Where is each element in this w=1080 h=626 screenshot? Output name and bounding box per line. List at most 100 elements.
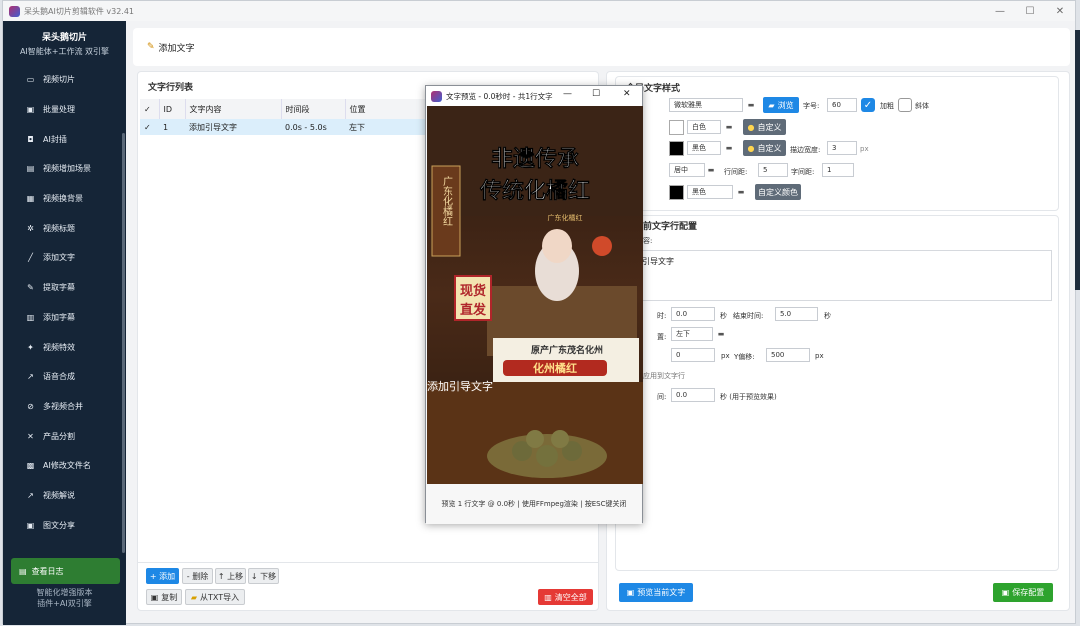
bold-checkbox[interactable]: ✓ [861,98,875,112]
align-input[interactable]: 居中 [669,163,705,177]
text-color-input[interactable]: 白色 [687,120,721,134]
bg-dropdown-icon[interactable]: ▬ [733,185,749,199]
preview-app-icon [431,90,442,102]
preview-current-label: 预览当前文字 [637,588,686,597]
sidebar-item-5[interactable]: ✲ 视频标题 [3,213,126,243]
sidebar-item-13[interactable]: ▩ AI修改文件名 [3,451,126,481]
preview-current-button[interactable]: ▣ 预览当前文字 [619,583,693,602]
char-spacing-input[interactable]: 1 [822,163,854,177]
sidebar-item-label: 视频解说 [43,490,75,500]
row-text: 添加引导文字 [185,119,281,135]
save-config-button[interactable]: ▣ 保存配置 [993,583,1053,602]
sidebar-item-0[interactable]: ▭ 视频切片 [3,65,126,95]
palette-icon: ● [747,122,755,132]
sidebar-item-1[interactable]: ▣ 批量处理 [3,95,126,125]
x-offset-input[interactable]: 0 [671,348,715,362]
row-check[interactable]: ✓ [140,119,159,135]
sidebar-item-14[interactable]: ↗ 视频解说 [3,481,126,511]
close-button[interactable]: ✕ [1043,1,1077,21]
custom-text-color-button[interactable]: ● 自定义 [743,119,786,135]
sidebar-item-icon: ▩ [26,461,35,471]
col-id[interactable]: ID [159,99,186,119]
font-size-input[interactable]: 60 [827,98,857,112]
copy-button[interactable]: ▣ 复制 [146,589,182,605]
sidebar-item-label: 添加字幕 [43,312,75,322]
preview-close-button[interactable]: ✕ [623,89,631,99]
move-down-button[interactable]: ↓ 下移 [248,568,279,584]
palette-icon: ● [747,143,755,153]
preview-minimize-button[interactable]: — [563,89,572,99]
sidebar-item-icon: ╱ [28,253,33,263]
start-time-input[interactable]: 0.0 [671,307,715,321]
copy-label: 复制 [161,592,178,602]
align-dropdown-icon[interactable]: ▬ [703,163,719,177]
sidebar-item-label: 视频增加场景 [43,164,91,174]
sidebar-item-icon: ▣ [26,520,35,530]
bg-color-input[interactable]: 黑色 [687,185,733,199]
col-text[interactable]: 文字内容 [185,99,282,119]
import-txt-button[interactable]: ▰ 从TXT导入 [185,589,245,605]
sidebar-item-8[interactable]: ▥ 添加字幕 [3,303,126,333]
sidebar-item-label: 视频换背景 [43,194,83,204]
sidebar-item-3[interactable]: ▤ 视频增加场景 [3,154,126,184]
font-dropdown-icon[interactable]: ▬ [743,98,759,112]
preview-maximize-button[interactable]: ☐ [592,89,600,99]
italic-label: 斜体 [915,102,929,110]
sidebar-item-6[interactable]: ╱ 添加文字 [3,243,126,273]
sidebar-item-11[interactable]: ⊘ 多视频合并 [3,392,126,422]
bg-color-swatch[interactable] [669,185,684,200]
sidebar-item-7[interactable]: ✎ 提取字幕 [3,273,126,303]
maximize-button[interactable]: ☐ [1013,1,1047,21]
line-spacing-input[interactable]: 5 [758,163,788,177]
sidebar-item-label: 产品分割 [43,431,75,441]
stroke-dropdown-icon[interactable]: ▬ [721,141,737,155]
custom-color-button[interactable]: 自定义颜色 [755,184,801,200]
sidebar-item-10[interactable]: ↗ 语音合成 [3,362,126,392]
row-time: 0.0s - 5.0s [281,119,345,135]
sidebar-item-label: 提取字幕 [43,283,75,293]
sidebar-item-12[interactable]: ✕ 产品分割 [3,421,126,451]
y-offset-input[interactable]: 500 [766,348,810,362]
sidebar-scrollbar[interactable] [122,133,125,553]
text-color-swatch[interactable] [669,120,684,135]
clear-all-button[interactable]: ▥ 清空全部 [538,589,593,605]
copy-icon: ▣ [150,592,159,602]
position-input[interactable]: 左下 [671,327,713,341]
end-time-input[interactable]: 5.0 [775,307,818,321]
sidebar-item-icon: ▦ [26,194,35,204]
sidebar-item-icon: ⊘ [27,401,34,411]
position-dropdown-icon[interactable]: ▬ [713,327,729,341]
custom-stroke-color-button[interactable]: ● 自定义 [743,140,786,156]
italic-checkbox[interactable] [898,98,912,112]
brand-title: 呆头鹅切片 [41,32,87,43]
right-edge-scrollbar[interactable] [1075,30,1080,290]
sidebar-footer: 智能化增强版本 插件+AI双引擎 [3,587,126,609]
delete-button[interactable]: - 删除 [182,568,213,584]
stroke-color-swatch[interactable] [669,141,684,156]
sidebar-item-icon: ✕ [27,431,34,441]
sidebar-item-2[interactable]: ◘ AI封插 [3,124,126,154]
preview-time-input[interactable]: 0.0 [671,388,715,402]
sidebar-item-15[interactable]: ▣ 图文分享 [3,510,126,540]
sidebar-item-4[interactable]: ▦ 视频换背景 [3,184,126,214]
stroke-color-input[interactable]: 黑色 [687,141,721,155]
view-log-button[interactable]: ▤ 查看日志 [11,558,120,584]
footer-line1: 智能化增强版本 [36,588,93,597]
sidebar-item-label: 视频标题 [43,223,75,233]
move-up-button[interactable]: ↑ 上移 [215,568,246,584]
col-check[interactable]: ✓ [140,99,160,119]
sidebar-nav: ▭ 视频切片 ▣ 批量处理 ◘ AI封插 ▤ 视频增加场景 ▦ 视频换背景 ✲ 视频标题 ╱ 添加文字 ✎ 提… [3,65,126,540]
folder-icon: ▰ [190,592,198,602]
browse-font-button[interactable]: ▰ 浏览 [763,97,799,113]
font-input[interactable]: 微软雅黑 [669,98,743,112]
add-button[interactable]: + 添加 [146,568,179,584]
minimize-button[interactable]: — [983,1,1017,21]
col-time[interactable]: 时间段 [281,99,346,119]
stroke-width-input[interactable]: 3 [827,141,857,155]
color-dropdown-icon[interactable]: ▬ [721,120,737,134]
poster-title-line1: 非遗传承 [491,147,579,172]
sidebar-item-9[interactable]: ✦ 视频特效 [3,332,126,362]
poster-title-line2: 传统化橘红 [479,178,590,204]
text-content-textarea[interactable]: 引导文字 [633,250,1052,301]
position-label: 置: [657,333,667,341]
